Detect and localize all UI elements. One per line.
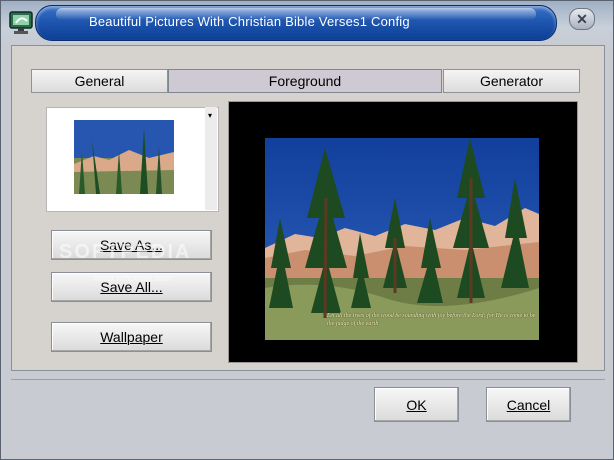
app-monitor-icon	[9, 11, 33, 34]
watermark: SOFTPEDIA	[59, 241, 192, 263]
wallpaper-button[interactable]: Wallpaper	[51, 322, 212, 352]
dropdown-arrow-icon[interactable]: ▾	[208, 111, 212, 120]
thumbnail-image[interactable]	[74, 120, 174, 194]
wallpaper-label: Wallpaper	[100, 329, 163, 345]
footer-divider	[11, 379, 605, 380]
cancel-button[interactable]: Cancel	[486, 387, 571, 422]
ok-label: OK	[406, 396, 427, 413]
thumbnail-scrollbar[interactable]	[205, 107, 217, 210]
preview-landscape	[265, 138, 539, 340]
close-icon: ✕	[576, 11, 588, 27]
tab-general[interactable]: General	[31, 69, 168, 93]
preview-image: Let all the trees of the wood be soundin…	[265, 138, 539, 340]
verse-text: Let all the trees of the wood be soundin…	[327, 313, 536, 327]
tab-generator[interactable]: Generator	[443, 69, 580, 93]
close-button[interactable]: ✕	[569, 8, 595, 30]
title-bar[interactable]: Beautiful Pictures With Christian Bible …	[1, 1, 613, 45]
config-window: Beautiful Pictures With Christian Bible …	[0, 0, 614, 460]
watermark-url: www.softpedia.com	[94, 273, 172, 283]
window-title: Beautiful Pictures With Christian Bible …	[89, 14, 410, 29]
cancel-label: Cancel	[506, 396, 551, 413]
tab-foreground[interactable]: Foreground	[168, 69, 442, 93]
ok-button[interactable]: OK	[374, 387, 459, 422]
